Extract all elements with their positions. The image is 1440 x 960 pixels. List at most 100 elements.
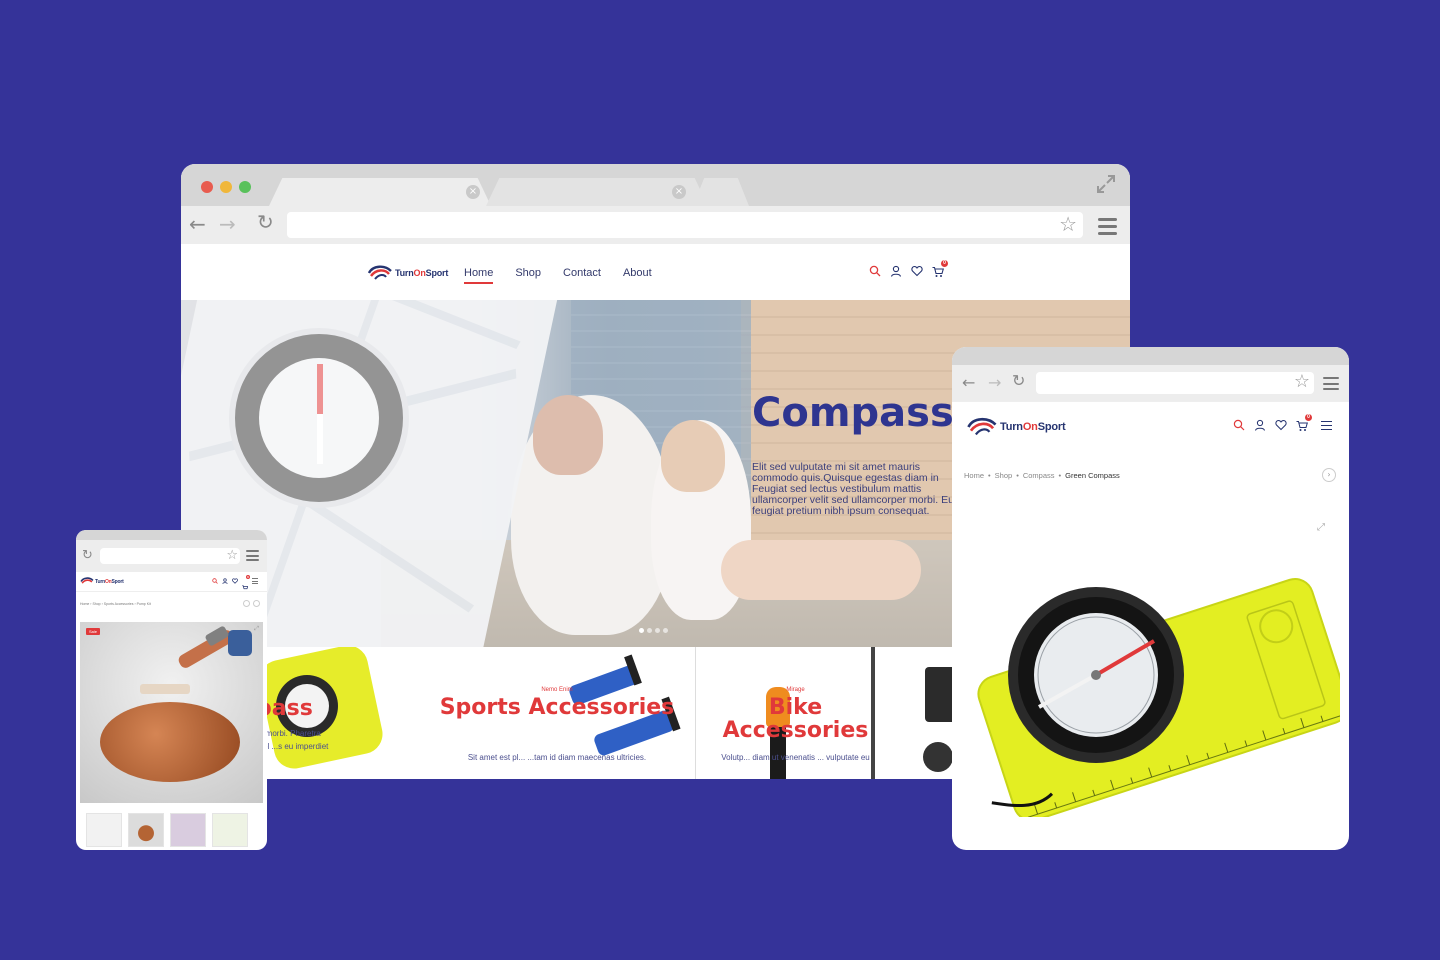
breadcrumb-current: Green Compass <box>1065 471 1120 480</box>
cart-icon[interactable]: 0 <box>242 575 250 590</box>
logo[interactable]: TurnOnSport <box>966 417 1066 437</box>
user-icon[interactable] <box>222 578 228 584</box>
heart-icon[interactable] <box>1275 419 1287 431</box>
logo-text: TurnOnSport <box>395 268 449 278</box>
thumbnail[interactable] <box>128 813 164 847</box>
tab-strip <box>952 347 1349 365</box>
logo[interactable]: TurnOnSport <box>80 577 124 586</box>
slider-dot[interactable] <box>655 628 660 633</box>
reload-icon[interactable]: ↻ <box>1012 373 1025 389</box>
logo-mark-icon <box>80 577 94 584</box>
category-sub: Mirage <box>786 687 805 693</box>
star-icon[interactable]: ☆ <box>226 549 238 562</box>
address-bar[interactable]: ☆ <box>287 212 1083 238</box>
site-header: TurnOnSport Home Shop Contact About 0 <box>181 244 1130 300</box>
new-tab-button[interactable] <box>693 178 749 206</box>
nav-shop[interactable]: Shop <box>515 267 541 284</box>
user-icon[interactable] <box>1254 419 1266 431</box>
logo-text: TurnOnSport <box>95 578 124 585</box>
close-window-dot[interactable] <box>201 181 213 193</box>
address-toolbar: ← → ↻ ☆ <box>952 365 1349 401</box>
address-bar[interactable]: ☆ <box>1036 372 1314 394</box>
maximize-window-dot[interactable] <box>239 181 251 193</box>
back-icon[interactable]: ← <box>962 375 975 391</box>
search-icon[interactable] <box>1233 419 1245 431</box>
star-icon[interactable]: ☆ <box>1294 373 1310 391</box>
breadcrumb-home[interactable]: Home <box>964 471 984 480</box>
hero-text: Elit sed vulputate mi sit amet mauris co… <box>752 461 954 517</box>
zoom-icon[interactable]: ⤢ <box>254 626 259 633</box>
back-icon[interactable]: ← <box>189 214 206 234</box>
user-icon[interactable] <box>890 265 902 277</box>
menu-icon[interactable] <box>1323 377 1339 394</box>
logo-mark-icon <box>367 265 392 280</box>
forward-icon[interactable]: → <box>988 375 1001 391</box>
breadcrumb-shop[interactable]: Shop <box>995 471 1013 480</box>
mobile-browser-window: ↻ ☆ TurnOnSport 0 Home › Shop › Sports A… <box>76 530 267 850</box>
forward-icon[interactable]: → <box>219 214 236 234</box>
menu-icon[interactable] <box>252 578 258 584</box>
cart-icon[interactable]: 0 <box>1296 414 1312 431</box>
logo-text: TurnOnSport <box>1000 421 1066 433</box>
close-tab-icon[interactable]: × <box>466 185 480 199</box>
browser-tab[interactable]: × <box>486 178 708 206</box>
thumbnail-strip <box>86 813 248 847</box>
slider-dot[interactable] <box>647 628 652 633</box>
reload-icon[interactable]: ↻ <box>82 549 93 562</box>
main-nav: Home Shop Contact About <box>464 267 652 284</box>
nav-contact[interactable]: Contact <box>563 267 601 284</box>
next-product-icon[interactable]: › <box>1322 468 1336 482</box>
category-title: Sports Accessories <box>439 695 675 720</box>
heart-icon[interactable] <box>232 578 238 584</box>
address-toolbar: ↻ ☆ <box>76 540 267 572</box>
breadcrumb-compass[interactable]: Compass <box>1023 471 1055 480</box>
cart-icon[interactable]: 0 <box>932 260 948 277</box>
expand-icon[interactable] <box>1096 174 1116 194</box>
logo-mark-icon <box>967 417 997 436</box>
reload-icon[interactable]: ↻ <box>257 212 274 232</box>
category-bike-accessories[interactable]: Mirage Bike Accessories Volutp... diam u… <box>695 647 895 779</box>
tablet-browser-window: ← → ↻ ☆ TurnOnSport 0 Home • Shop • Comp… <box>952 347 1349 850</box>
nav-home[interactable]: Home <box>464 267 494 284</box>
zoom-icon[interactable]: ⤢ <box>1317 522 1325 533</box>
menu-icon[interactable] <box>1321 420 1332 430</box>
breadcrumb: Home › Shop › Sports Accessories › Pump … <box>80 602 151 606</box>
menu-icon[interactable] <box>1098 218 1117 239</box>
category-sports-accessories[interactable]: Nemo Enim Sports Accessories Sit amet es… <box>419 647 695 779</box>
site-header: TurnOnSport 0 <box>952 401 1349 451</box>
cart-count-badge: 0 <box>941 260 948 267</box>
header-icons: 0 <box>869 260 948 277</box>
nav-about[interactable]: About <box>623 267 652 284</box>
site-header: TurnOnSport 0 <box>76 572 267 592</box>
cart-count-badge: 0 <box>1305 414 1312 421</box>
cart-count-badge: 0 <box>246 575 250 579</box>
search-icon[interactable] <box>869 265 881 277</box>
thumbnail[interactable] <box>170 813 206 847</box>
slider-dot[interactable] <box>639 628 644 633</box>
sale-badge: Sale <box>86 628 101 635</box>
star-icon[interactable]: ☆ <box>1059 214 1077 234</box>
next-product-icon[interactable] <box>253 600 260 607</box>
close-tab-icon[interactable]: × <box>672 185 686 199</box>
slider-dot[interactable] <box>663 628 668 633</box>
thumbnail[interactable] <box>86 813 122 847</box>
address-toolbar: ← → ↻ ☆ <box>181 206 1130 244</box>
category-title: Bike Accessories <box>722 695 869 743</box>
thumbnail[interactable] <box>212 813 248 847</box>
category-sub: Nemo Enim <box>541 687 573 693</box>
product-image[interactable] <box>964 557 1340 817</box>
prev-product-icon[interactable] <box>243 600 250 607</box>
category-desc: Sit amet est pl... ...tam id diam maecen… <box>467 753 647 762</box>
menu-icon[interactable] <box>246 550 259 565</box>
slider-dots <box>639 628 668 633</box>
heart-icon[interactable] <box>911 265 923 277</box>
tab-strip: × × <box>181 164 1130 206</box>
address-bar[interactable]: ☆ <box>100 548 240 564</box>
breadcrumb: Home • Shop • Compass • Green Compass <box>964 471 1120 480</box>
product-image[interactable]: Sale ⤢ <box>80 622 263 803</box>
browser-tab-active[interactable]: × <box>269 178 491 206</box>
logo[interactable]: TurnOnSport <box>367 265 448 281</box>
category-desc: Volutp... diam ut venenatis ... vulputat… <box>721 753 870 762</box>
search-icon[interactable] <box>212 578 218 584</box>
minimize-window-dot[interactable] <box>220 181 232 193</box>
